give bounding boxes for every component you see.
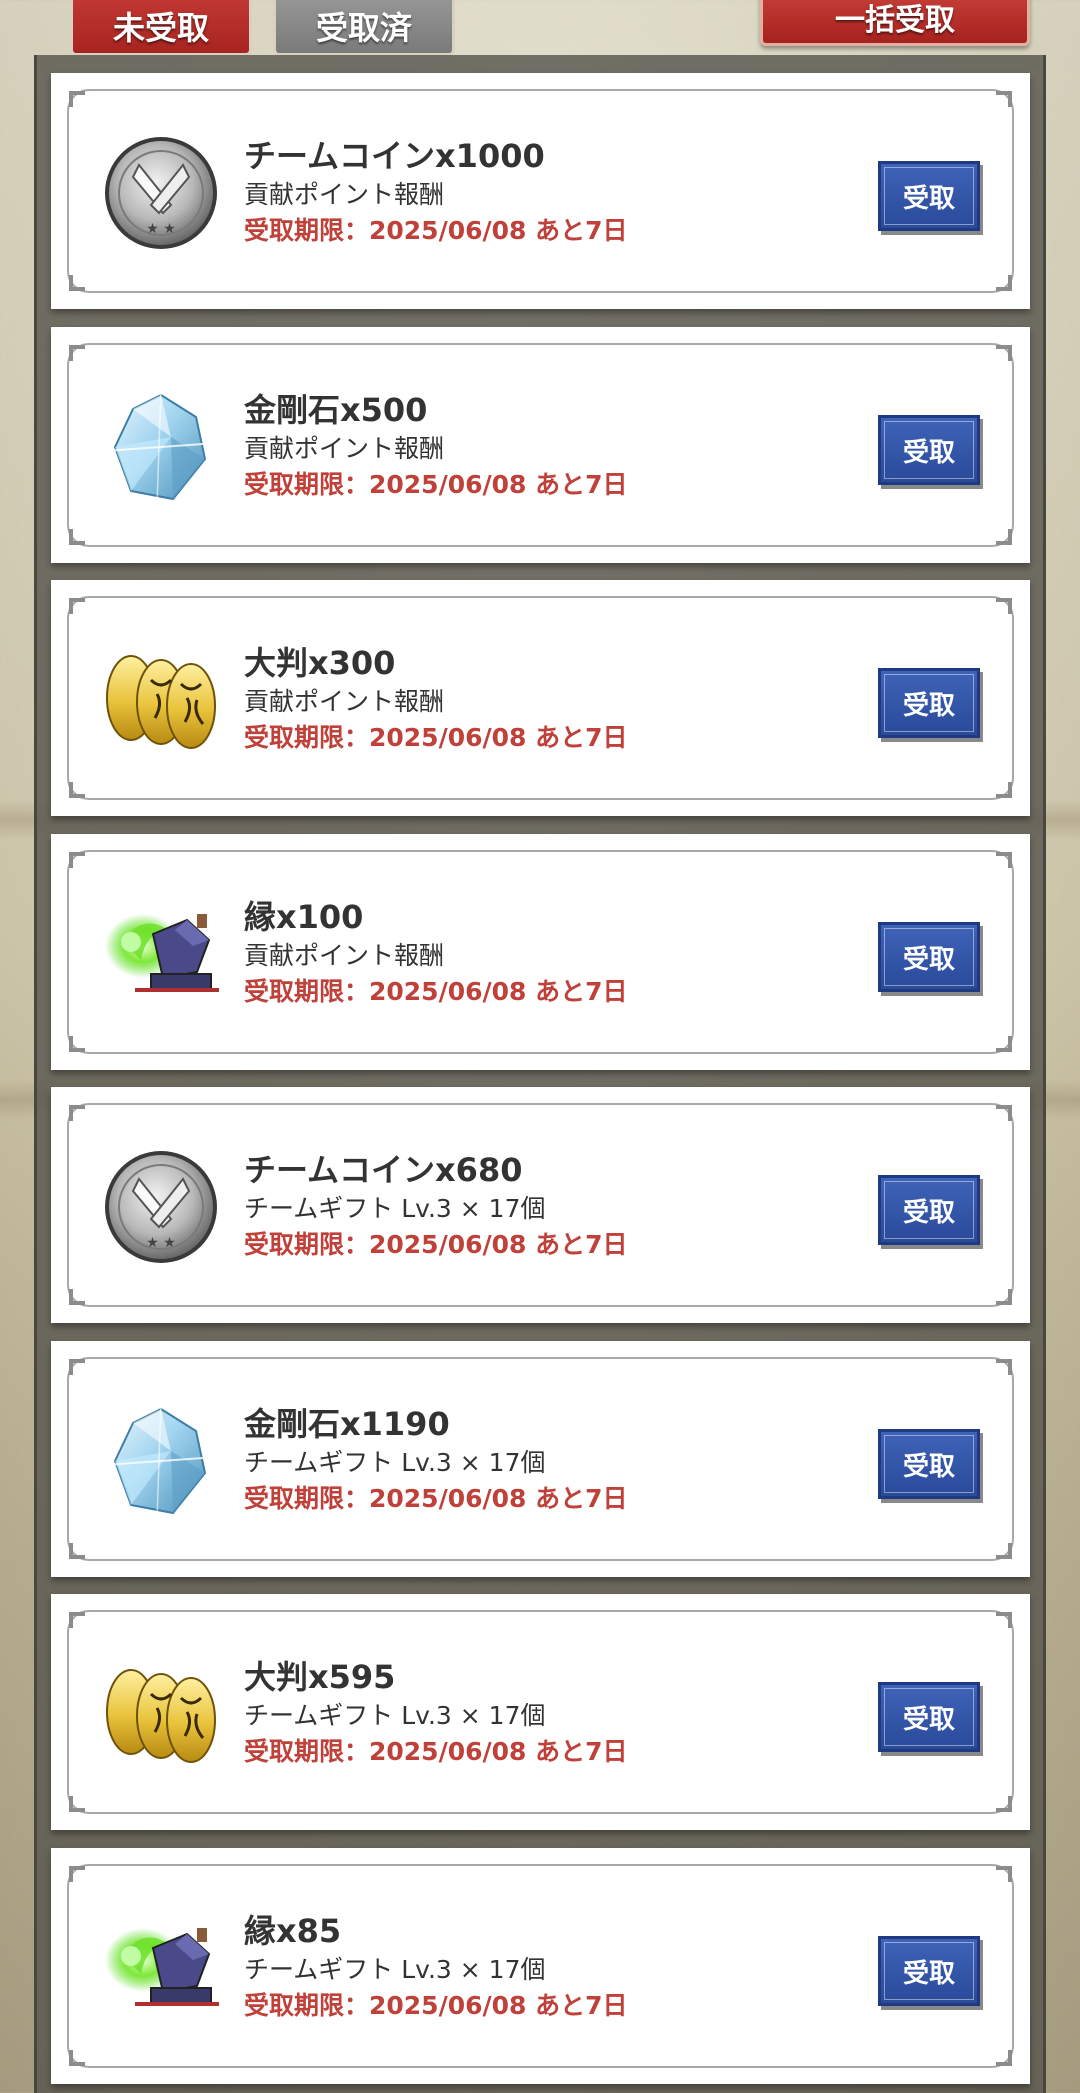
en-bond-icon [101, 894, 221, 1014]
item-source: 貢献ポイント報酬 [244, 687, 445, 716]
item-deadline: 受取期限：2025/06/08 あと7日 [244, 1737, 628, 1766]
item-title: チームコインx680 [244, 1151, 523, 1189]
item-source: チームギフト Lv.3 × 17個 [244, 1448, 546, 1477]
item-source: 貢献ポイント報酬 [244, 941, 445, 970]
receive-button-label: 受取 [902, 1958, 955, 1989]
item-source: チームギフト Lv.3 × 17個 [244, 1701, 546, 1730]
receive-button-label: 受取 [902, 1704, 955, 1735]
svg-text:★ ★: ★ ★ [146, 221, 176, 237]
corner-ornament [996, 852, 1012, 868]
item-title: 大判x300 [244, 644, 396, 682]
item-deadline: 受取期限：2025/06/08 あと7日 [244, 470, 628, 499]
receive-button-label: 受取 [902, 690, 955, 721]
reward-card: 縁x85 チームギフト Lv.3 × 17個受取期限：2025/06/08 あと7… [51, 1848, 1030, 2084]
item-title: チームコインx1000 [244, 137, 545, 175]
reward-card: 大判x595 チームギフト Lv.3 × 17個受取期限：2025/06/08 あ… [51, 1594, 1030, 1830]
corner-ornament [69, 1036, 85, 1052]
receive-button[interactable]: 受取 [878, 668, 980, 738]
receive-button[interactable]: 受取 [878, 415, 980, 485]
corner-ornament [69, 2050, 85, 2066]
svg-text:★ ★: ★ ★ [146, 1235, 176, 1251]
receive-button-label: 受取 [902, 1197, 955, 1228]
corner-ornament [69, 598, 85, 614]
corner-ornament [996, 1543, 1012, 1559]
corner-ornament [69, 529, 85, 545]
corner-ornament [69, 1289, 85, 1305]
receive-button[interactable]: 受取 [878, 1682, 980, 1752]
reward-card: 大判x300 貢献ポイント報酬受取期限：2025/06/08 あと7日 受取 [51, 580, 1030, 816]
corner-ornament [996, 275, 1012, 291]
corner-ornament [996, 1866, 1012, 1882]
receive-button[interactable]: 受取 [878, 161, 980, 231]
gold-oban-icon [101, 1654, 221, 1774]
item-title: 縁x85 [244, 1912, 342, 1950]
item-source: 貢献ポイント報酬 [244, 180, 445, 209]
corner-ornament [69, 275, 85, 291]
corner-ornament [996, 345, 1012, 361]
corner-ornament [69, 345, 85, 361]
corner-ornament [69, 852, 85, 868]
item-deadline: 受取期限：2025/06/08 あと7日 [244, 216, 628, 245]
bulk-receive-button[interactable]: 一括受取 [760, 0, 1030, 46]
item-title: 縁x100 [244, 898, 364, 936]
tab-received[interactable]: 受取済 [273, 0, 455, 56]
corner-ornament [69, 1359, 85, 1375]
receive-button-label: 受取 [902, 1451, 955, 1482]
corner-ornament [996, 1036, 1012, 1052]
item-deadline: 受取期限：2025/06/08 あと7日 [244, 1991, 628, 2020]
team-coin-icon: ★ ★ [101, 1147, 221, 1267]
reward-card: 縁x100 貢献ポイント報酬受取期限：2025/06/08 あと7日 受取 [51, 834, 1030, 1070]
corner-ornament [69, 91, 85, 107]
corner-ornament [996, 782, 1012, 798]
reward-card: ★ ★ チームコインx1000 貢献ポイント報酬受取期限：2025/06/08 あと… [51, 73, 1030, 309]
diamond-stone-icon [101, 387, 221, 507]
corner-ornament [69, 1105, 85, 1121]
corner-ornament [69, 1543, 85, 1559]
tab-unreceived[interactable]: 未受取 [70, 0, 252, 56]
reward-card: 金剛石x500 貢献ポイント報酬受取期限：2025/06/08 あと7日 受取 [51, 327, 1030, 563]
receive-button[interactable]: 受取 [878, 1936, 980, 2006]
team-coin-icon: ★ ★ [101, 133, 221, 253]
item-source: チームギフト Lv.3 × 17個 [244, 1194, 546, 1223]
receive-button[interactable]: 受取 [878, 1175, 980, 1245]
corner-ornament [996, 598, 1012, 614]
corner-ornament [996, 1289, 1012, 1305]
corner-ornament [996, 1612, 1012, 1628]
item-source: 貢献ポイント報酬 [244, 434, 445, 463]
corner-ornament [996, 1359, 1012, 1375]
corner-ornament [996, 1796, 1012, 1812]
corner-ornament [996, 91, 1012, 107]
corner-ornament [996, 529, 1012, 545]
item-title: 大判x595 [244, 1658, 396, 1696]
corner-ornament [69, 782, 85, 798]
item-deadline: 受取期限：2025/06/08 あと7日 [244, 723, 628, 752]
reward-card: 金剛石x1190 チームギフト Lv.3 × 17個受取期限：2025/06/08… [51, 1341, 1030, 1577]
gold-oban-icon [101, 640, 221, 760]
corner-ornament [69, 1612, 85, 1628]
corner-ornament [996, 1105, 1012, 1121]
en-bond-icon [101, 1908, 221, 2028]
reward-card: ★ ★ チームコインx680 チームギフト Lv.3 × 17個受取期限：2025/… [51, 1087, 1030, 1323]
receive-button[interactable]: 受取 [878, 922, 980, 992]
receive-button-label: 受取 [902, 183, 955, 214]
corner-ornament [996, 2050, 1012, 2066]
item-title: 金剛石x500 [244, 391, 428, 429]
corner-ornament [69, 1796, 85, 1812]
item-deadline: 受取期限：2025/06/08 あと7日 [244, 1230, 628, 1259]
receive-button-label: 受取 [902, 944, 955, 975]
diamond-stone-icon [101, 1401, 221, 1521]
item-source: チームギフト Lv.3 × 17個 [244, 1955, 546, 1984]
item-deadline: 受取期限：2025/06/08 あと7日 [244, 977, 628, 1006]
item-deadline: 受取期限：2025/06/08 あと7日 [244, 1484, 628, 1513]
corner-ornament [69, 1866, 85, 1882]
receive-button-label: 受取 [902, 437, 955, 468]
receive-button[interactable]: 受取 [878, 1429, 980, 1499]
item-title: 金剛石x1190 [244, 1405, 450, 1443]
